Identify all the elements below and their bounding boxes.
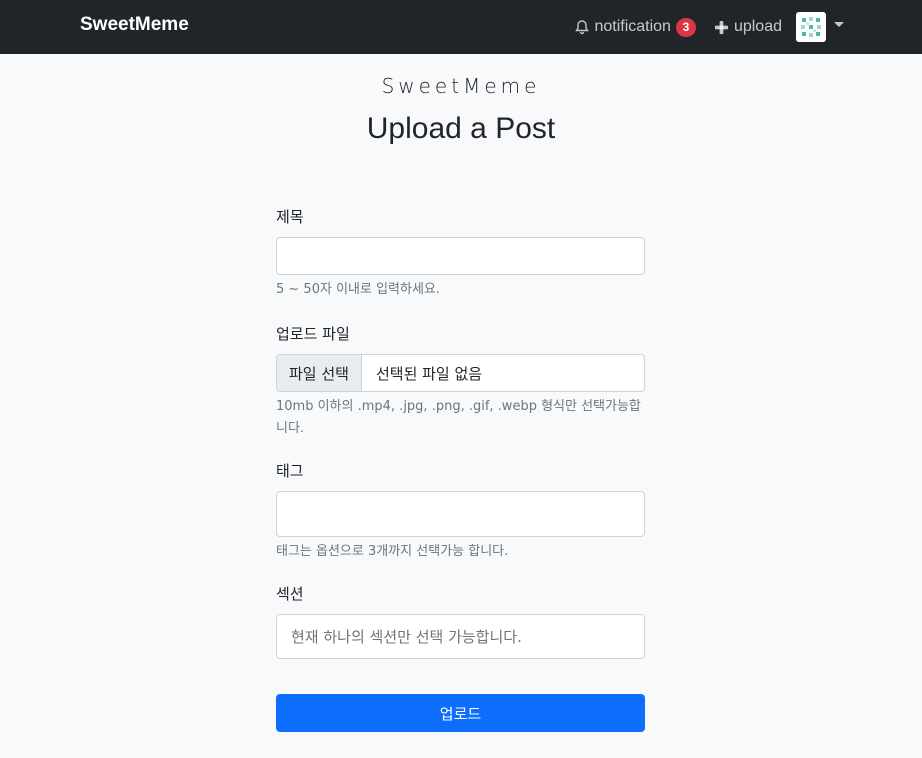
tag-input[interactable] (276, 491, 645, 537)
title-label: 제목 (276, 208, 304, 226)
section-label: 섹션 (276, 585, 304, 603)
tag-field: 태그 태그는 옵션으로 3개까지 선택가능 합니다. (276, 460, 645, 563)
top-navbar: SweetMeme notification 3 upload (0, 0, 922, 54)
section-input[interactable]: 현재 하나의 섹션만 선택 가능합니다. (276, 614, 645, 659)
title-help: 5 ~ 50자 이내로 입력하세요. (276, 282, 441, 297)
file-status: 선택된 파일 없음 (375, 364, 483, 383)
file-field: 업로드 파일 파일 선택 선택된 파일 없음 10mb 이하의 .mp4, .j… (276, 323, 645, 440)
title-input[interactable] (276, 237, 645, 275)
notification-link[interactable]: notification 3 (574, 17, 696, 37)
notification-badge: 3 (675, 17, 696, 37)
tag-help: 태그는 옵션으로 3개까지 선택가능 합니다. (276, 544, 509, 559)
title-field: 제목 5 ~ 50자 이내로 입력하세요. (276, 206, 645, 301)
upload-link[interactable]: upload (714, 18, 782, 36)
tag-label: 태그 (276, 462, 304, 480)
upload-form: 제목 5 ~ 50자 이내로 입력하세요. 업로드 파일 파일 선택 선택된 파… (276, 206, 645, 659)
bell-icon (575, 20, 590, 35)
upload-submit-button[interactable]: 업로드 (276, 694, 645, 732)
section-field: 섹션 현재 하나의 섹션만 선택 가능합니다. (276, 583, 645, 659)
nav-right: notification 3 upload (574, 0, 844, 54)
file-help: 10mb 이하의 .mp4, .jpg, .png, .gif, .webp 형… (276, 399, 641, 436)
page-title: Upload a Post (366, 112, 556, 145)
brand-logo[interactable]: SweetMeme (80, 14, 189, 36)
file-choose-button[interactable]: 파일 선택 (277, 355, 362, 391)
upload-label: upload (733, 18, 782, 35)
user-menu-toggle[interactable] (796, 12, 844, 42)
notification-label: notification (594, 18, 671, 35)
plus-icon (714, 20, 729, 34)
identicon-icon (801, 17, 821, 37)
site-subtitle: SweetMeme (381, 74, 541, 98)
avatar (796, 12, 826, 42)
chevron-down-icon (834, 21, 844, 27)
file-input[interactable]: 파일 선택 선택된 파일 없음 (276, 354, 645, 392)
file-label: 업로드 파일 (276, 325, 350, 343)
